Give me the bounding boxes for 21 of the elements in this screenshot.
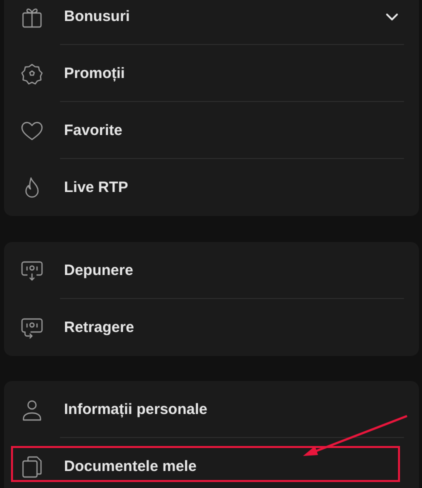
menu-item[interactable]: Bonusuri (4, 0, 419, 45)
menu-item[interactable]: Favorite (4, 102, 419, 159)
user-icon (20, 398, 44, 422)
menu-label: Favorite (64, 122, 122, 139)
menu-label: Informații personale (64, 401, 208, 418)
menu-item[interactable]: Live RTP (4, 159, 419, 216)
menu-label: Live RTP (64, 179, 128, 196)
menu-label: Depunere (64, 262, 134, 279)
menu-label: Documentele mele (64, 458, 197, 475)
menu-item[interactable]: Depunere (4, 242, 419, 299)
menu-label: Retragere (64, 319, 134, 336)
menu-item[interactable]: Informații personale (4, 381, 419, 438)
menu-item[interactable]: Promoții (4, 45, 419, 102)
menu-item[interactable]: Documentele mele (4, 438, 419, 488)
deposit-icon (20, 258, 44, 282)
menu-label: Promoții (64, 65, 125, 82)
documents-icon (20, 454, 44, 478)
menu-label: Bonusuri (64, 8, 130, 25)
badge-icon (20, 62, 44, 86)
withdraw-icon (20, 316, 44, 340)
menu-item[interactable]: Retragere (4, 299, 419, 356)
